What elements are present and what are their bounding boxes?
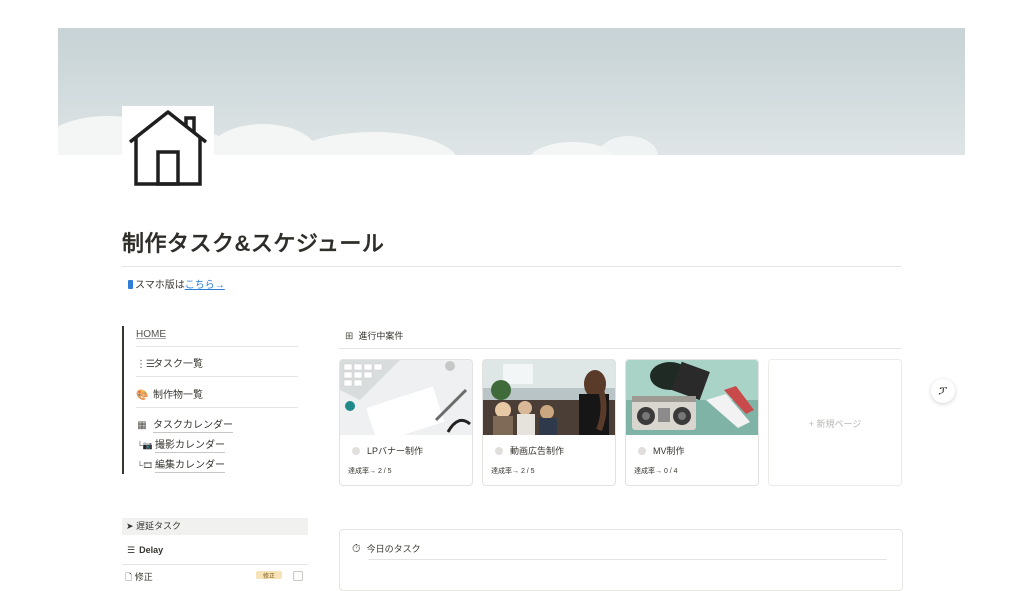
delay-toggle[interactable]: ➤ 遅延タスク <box>122 518 308 535</box>
nav-edit-calendar[interactable]: └🎞 編集カレンダー <box>136 456 225 473</box>
page-title: 制作タスク&スケジュール <box>122 231 385 256</box>
project-card-video-ad[interactable]: 動画広告制作 達成率→ 2 / 5 <box>482 359 616 486</box>
nav-divider <box>136 407 298 408</box>
project-card-lp-banner[interactable]: LPバナー制作 達成率→ 2 / 5 <box>339 359 473 486</box>
delay-task-name: 修正 <box>134 572 153 582</box>
project-card-mv[interactable]: MV制作 達成率→ 0 / 4 <box>625 359 759 486</box>
gallery-icon: ⊞ <box>345 331 354 342</box>
camera-calendar-icon: └📷 <box>137 441 153 450</box>
new-page-label: + 新規ページ <box>808 419 862 429</box>
document-icon: 🗋 <box>125 572 133 582</box>
today-tasks-box <box>339 529 903 591</box>
nav-task-list[interactable]: ⋮☰タスク一覧 <box>136 355 203 370</box>
status-badge: 修正 <box>256 571 282 580</box>
delay-view-label: Delay <box>139 545 164 555</box>
mobile-version-line: スマホ版はこちら→ <box>128 276 225 291</box>
nav-divider <box>136 346 298 347</box>
card-title-label: MV制作 <box>653 446 685 456</box>
delay-divider <box>122 564 308 565</box>
page-icon <box>638 447 646 455</box>
card-progress: 達成率→ 2 / 5 <box>348 468 392 475</box>
delay-task-row[interactable]: 🗋 修正 修正 <box>125 570 305 582</box>
card-cover-image <box>483 360 615 435</box>
nav-shoot-calendar-label: 撮影カレンダー <box>155 440 225 453</box>
projects-heading: ⊞ 進行中案件 <box>345 329 403 342</box>
task-checkbox[interactable] <box>293 571 303 581</box>
nav-task-list-label: タスク一覧 <box>153 359 203 370</box>
palette-icon: 🎨 <box>136 390 149 401</box>
nav-edit-calendar-label: 編集カレンダー <box>155 460 225 473</box>
card-progress: 達成率→ 0 / 4 <box>634 468 678 475</box>
today-tasks-heading: ⏱ 今日のタスク <box>352 542 421 556</box>
new-page-card[interactable]: + 新規ページ <box>768 359 902 486</box>
card-title-label: 動画広告制作 <box>510 446 565 456</box>
phone-icon <box>128 280 133 289</box>
edit-calendar-icon: └🎞 <box>137 461 153 470</box>
nav-deliverables[interactable]: 🎨 制作物一覧 <box>136 386 203 401</box>
delay-view-tab[interactable]: ☰ Delay <box>127 545 163 556</box>
card-cover-image <box>626 360 758 435</box>
mobile-prefix: スマホ版は <box>135 280 185 291</box>
nav-deliverables-label: 制作物一覧 <box>153 390 203 401</box>
today-divider <box>368 559 887 560</box>
mobile-version-link[interactable]: こちら→ <box>185 280 225 291</box>
calendar-icon: ▦ <box>137 420 147 431</box>
nav-home[interactable]: HOME <box>136 329 166 340</box>
list-view-icon: ☰ <box>127 545 136 555</box>
today-tasks-label: 今日のタスク <box>366 544 421 554</box>
card-cover-image <box>340 360 472 435</box>
title-divider <box>122 266 901 267</box>
nav-task-calendar[interactable]: ▦ タスクカレンダー <box>136 416 233 433</box>
card-title: MV制作 <box>638 444 685 457</box>
side-action-button[interactable]: ፓ <box>931 379 955 403</box>
projects-heading-label: 進行中案件 <box>358 331 404 341</box>
card-title: LPバナー制作 <box>352 444 423 457</box>
card-progress: 達成率→ 2 / 5 <box>491 468 535 475</box>
nav-task-calendar-label: タスクカレンダー <box>153 420 233 433</box>
list-icon: ⋮☰ <box>136 359 155 370</box>
page-icon <box>495 447 503 455</box>
page-icon <box>352 447 360 455</box>
projects-divider <box>339 348 901 349</box>
nav-divider <box>136 376 298 377</box>
stopwatch-icon: ⏱ <box>352 543 361 555</box>
home-icon <box>122 106 214 190</box>
card-title: 動画広告制作 <box>495 444 564 457</box>
nav-quote-bar <box>122 326 124 474</box>
nav-shoot-calendar[interactable]: └📷 撮影カレンダー <box>136 436 225 453</box>
card-title-label: LPバナー制作 <box>367 446 424 456</box>
